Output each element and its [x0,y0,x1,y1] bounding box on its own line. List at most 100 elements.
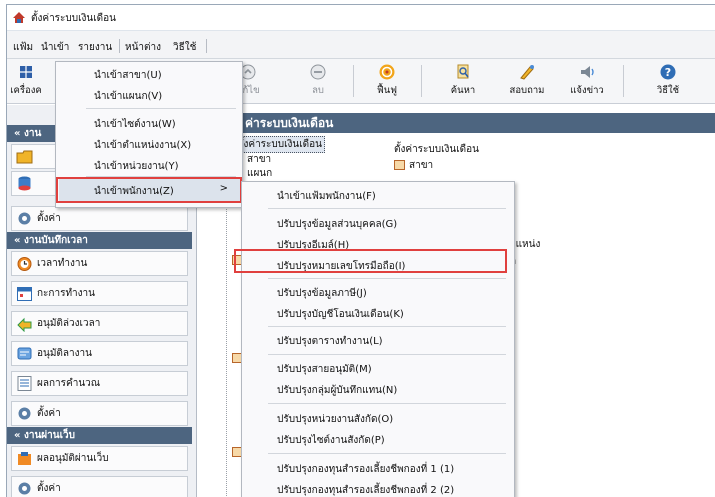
menu-update-proxy-group[interactable]: ปรับปรุงกลุ่มผู้บันทึกแทน(N) [277,383,397,398]
delete-icon [309,63,327,81]
menu-update-bank[interactable]: ปรับปรุงบัญชีโอนเงินเดือน(K) [277,307,404,322]
menu-separator [268,208,506,209]
inquiry-icon [518,63,536,81]
nav-web-approval-label: ผลอนุมัติผ่านเว็บ [37,453,109,464]
menu-separator [268,403,506,404]
menu-update-provident-2[interactable]: ปรับปรุงกองทุนสำรองเลี้ยงชีพกองที่ 2 (2) [277,483,454,497]
app-logo-icon [13,12,25,23]
section-header-web[interactable]: « งานผ่านเว็บ [7,427,192,444]
search-button[interactable]: ค้นหา [434,61,492,101]
svg-text:?: ? [665,66,671,79]
detail-title: ตั้งค่าระบบเงินเดือน [394,144,480,155]
nav-calc-label: ผลการคำนวณ [37,378,101,389]
delete-button[interactable]: ลบ [289,61,347,101]
calendar-icon [17,287,32,301]
tools-label: เครื่องค [10,85,42,96]
nav-setup2-label: ตั้งค่า [37,408,61,419]
nav-shift-label: กะการทำงาน [37,288,96,299]
announce-label: แจ้งข่าว [570,85,604,96]
help-label: วิธีใช้ [656,85,680,96]
delete-label: ลบ [312,85,324,96]
menu-separator [268,354,506,355]
toolbar-separator [421,65,422,97]
nav-setup-1[interactable]: ตั้งค่า [11,206,188,231]
tools-button[interactable]: เครื่องค [7,61,55,101]
nav-calc-result[interactable]: ผลการคำนวณ [11,371,188,396]
search-icon [454,63,472,81]
nav-overtime-approval[interactable]: อนุมัติล่วงเวลา [11,311,188,336]
menu-window[interactable]: หน้าต่าง [125,40,161,55]
nav-worktime[interactable]: เวลาทำงาน [11,251,188,276]
menu-update-site[interactable]: ปรับปรุงไซต์งานสังกัด(P) [277,433,385,448]
alarm-clock-icon [17,257,32,271]
highlight-box-update-mobile [234,249,507,273]
nav-setup3-label: ตั้งค่า [37,483,61,494]
nav-leave-approval[interactable]: อนุมัติลางาน [11,341,188,366]
gear-icon [18,407,31,420]
nav-leave-label: อนุมัติลางาน [37,348,93,359]
section-header-time[interactable]: « งานบันทึกเวลา [7,232,192,249]
toolbar-separator [623,65,624,97]
nav-setup-2[interactable]: ตั้งค่า [11,401,188,426]
tree-branch-node[interactable]: สาขา [247,152,271,167]
nav-worktime-label: เวลาทำงาน [37,258,88,269]
menu-separator [119,39,120,53]
menu-import-branch[interactable]: นำเข้าสาขา(U) [94,68,162,83]
content-header: ค่าระบบเงินเดือน [198,113,715,133]
menu-report[interactable]: รายงาน [78,40,112,55]
help-icon: ? [659,63,677,81]
menu-update-unit[interactable]: ปรับปรุงหน่วยงานสังกัด(O) [277,412,393,427]
web-approval-icon [18,452,31,465]
menu-update-tax[interactable]: ปรับปรุงข้อมูลภาษี(J) [277,286,367,301]
tree-dept-node[interactable]: แผนก [247,166,272,181]
menu-update-provident-1[interactable]: ปรับปรุงกองทุนสำรองเลี้ยงชีพกองที่ 1 (1) [277,462,454,477]
menu-update-schedule[interactable]: ปรับปรุงตารางทำงาน(L) [277,334,383,349]
nav-overtime-label: อนุมัติล่วงเวลา [37,318,101,329]
employee-submenu: นำเข้าแฟ้มพนักงาน(F) ปรับปรุงข้อมูลส่วนบ… [241,181,515,497]
report-icon [17,376,32,391]
announce-icon [578,63,596,81]
nav-setup-label: ตั้งค่า [37,213,61,224]
menu-update-approval-line[interactable]: ปรับปรุงสายอนุมัติ(M) [277,362,372,377]
title-bar: ตั้งค่าระบบเงินเดือน [7,5,715,31]
menu-import-dept[interactable]: นำเข้าแผนก(V) [94,89,162,104]
nav-setup-3[interactable]: ตั้งค่า [11,476,188,497]
menu-import-employee-file[interactable]: นำเข้าแฟ้มพนักงาน(F) [277,189,376,204]
menu-separator [268,453,506,454]
collapse-chevron-icon: « [14,128,24,139]
nav-shift[interactable]: กะการทำงาน [11,281,188,306]
inquiry-button[interactable]: สอบถาม [498,61,556,101]
highlight-box-import-employee [56,177,242,203]
menu-help[interactable]: วิธีใช้ [173,40,196,55]
menu-separator [268,278,506,279]
menu-bar: แฟ้ม นำเข้า รายงาน หน้าต่าง วิธีใช้ [7,31,715,59]
menu-separator [268,326,506,327]
menu-import-position[interactable]: นำเข้าตำแหน่งงาน(X) [94,138,191,153]
leave-document-icon [17,347,32,360]
menu-update-personal[interactable]: ปรับปรุงข้อมูลส่วนบุคคล(G) [277,217,397,232]
detail-branch-icon [394,160,405,170]
tree-root-node[interactable]: ตั้งค่าระบบเงินเดือน [234,136,326,153]
gear-icon [18,482,31,495]
search-label: ค้นหา [450,85,476,96]
help-button[interactable]: ? วิธีใช้ [639,61,697,101]
collapse-chevron-icon: « [14,430,24,441]
nav-web-approval[interactable]: ผลอนุมัติผ่านเว็บ [11,446,188,471]
refresh-icon [378,63,396,81]
app-window: ตั้งค่าระบบเงินเดือน แฟ้ม นำเข้า รายงาน … [6,4,715,497]
window-title: ตั้งค่าระบบเงินเดือน [31,13,117,24]
grid-icon [17,63,35,81]
inquiry-label: สอบถาม [509,85,545,96]
database-icon [18,176,31,191]
refresh-label: ฟื้นฟู [377,85,397,96]
menu-separator [86,108,236,109]
menu-import[interactable]: นำเข้า [41,40,69,55]
folder-icon [16,150,33,164]
menu-separator [206,39,207,53]
gear-icon [18,212,31,225]
announce-button[interactable]: แจ้งข่าว [558,61,616,101]
refresh-button[interactable]: ฟื้นฟู [358,61,416,101]
menu-file[interactable]: แฟ้ม [13,40,33,55]
menu-import-unit[interactable]: นำเข้าหน่วยงาน(Y) [94,159,178,174]
menu-import-site[interactable]: นำเข้าไซต์งาน(W) [94,117,176,132]
